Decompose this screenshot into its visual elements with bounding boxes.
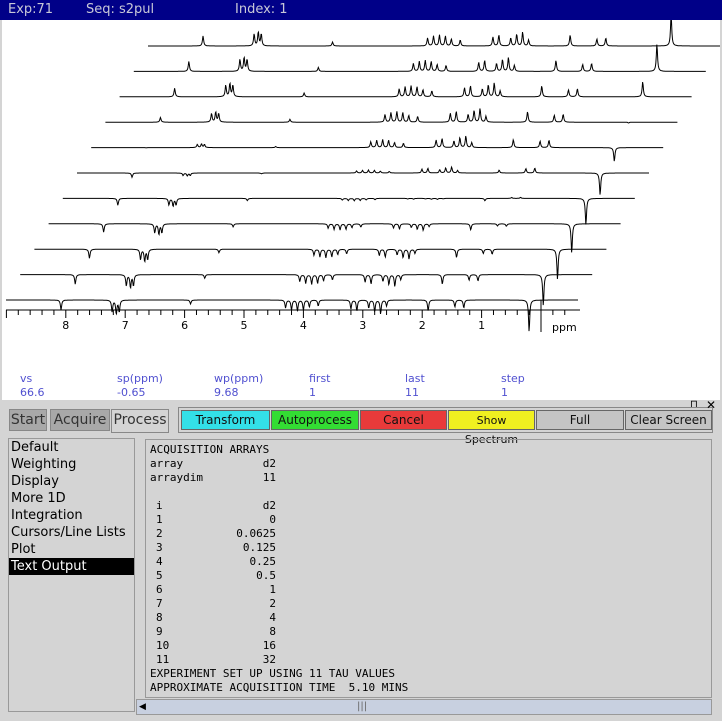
- text-line: 98: [150, 625, 707, 639]
- tab-start[interactable]: Start: [9, 409, 47, 431]
- menu-item-default[interactable]: Default: [9, 439, 134, 456]
- scroll-thumb-grip[interactable]: |||: [357, 701, 367, 712]
- menu-item-weighting[interactable]: Weighting: [9, 456, 134, 473]
- text-value: d2: [262, 457, 276, 470]
- menu-item-integration[interactable]: Integration: [9, 507, 134, 524]
- horizontal-scrollbar[interactable]: ◀ |||: [136, 699, 712, 715]
- spectrum-trace-11: [148, 20, 720, 47]
- text-line: 3 0.125: [150, 541, 707, 555]
- text-line: APPROXIMATE ACQUISITION TIME 5.10 MINS: [150, 681, 707, 695]
- text-line: 10 16: [150, 639, 707, 653]
- spectrum-trace-4: [48, 223, 621, 253]
- spectrum-trace-9: [119, 81, 692, 98]
- text-line: arraydim 11: [150, 471, 707, 485]
- param-label-1: sp(ppm): [117, 372, 163, 385]
- text-line: 10: [150, 513, 707, 527]
- spectrum-trace-5: [62, 196, 635, 225]
- axis-tick-label: 7: [122, 319, 129, 332]
- menu-item-more-1d[interactable]: More 1D: [9, 490, 134, 507]
- axis-tick-label: 1: [478, 319, 485, 332]
- text-line: 72: [150, 597, 707, 611]
- axis-tick-label: 2: [419, 319, 426, 332]
- pin-icon[interactable]: ⊓: [690, 399, 698, 410]
- param-value-2[interactable]: 9.68: [214, 386, 239, 399]
- transform-button[interactable]: Transform: [181, 410, 270, 430]
- text-value: 4: [269, 611, 276, 624]
- param-value-0[interactable]: 66.6: [20, 386, 45, 399]
- param-value-3[interactable]: 1: [309, 386, 316, 399]
- cancel-button[interactable]: Cancel: [360, 410, 447, 430]
- text-value: 11: [262, 471, 276, 484]
- text-line: array d2: [150, 457, 707, 471]
- axis-tick-label: 8: [62, 319, 69, 332]
- axis-tick-label: 5: [241, 319, 248, 332]
- tab-acquire[interactable]: Acquire: [50, 409, 110, 431]
- param-label-0: vs: [20, 372, 33, 385]
- param-value-1[interactable]: -0.65: [117, 386, 145, 399]
- param-value-4[interactable]: 11: [405, 386, 419, 399]
- text-line: 2 0.0625: [150, 527, 707, 541]
- axis-tick-label: 4: [300, 319, 307, 332]
- text-value: 0.25: [249, 555, 277, 568]
- spectrum-trace-1: [6, 299, 578, 332]
- text-value: 16: [262, 639, 276, 652]
- text-line: 61: [150, 583, 707, 597]
- text-value: 0.5: [256, 569, 276, 582]
- text-line: ACQUISITION ARRAYS: [150, 443, 707, 457]
- text-key: ACQUISITION ARRAYS: [150, 443, 270, 456]
- text-line: 5 0.5: [150, 569, 707, 583]
- spectrum-trace-8: [105, 108, 678, 124]
- text-value: 8: [269, 625, 276, 638]
- menu-item-plot[interactable]: Plot: [9, 541, 134, 558]
- text-key: EXPERIMENT SET UP USING 11 TAU VALUES: [150, 667, 396, 680]
- text-value: 1: [269, 583, 276, 596]
- axis-tick-label: 3: [359, 319, 366, 332]
- text-line: i d2: [150, 499, 707, 513]
- text-line: [150, 485, 707, 499]
- exp-label: Exp:71: [8, 2, 54, 17]
- text-value: 0.125: [242, 541, 276, 554]
- param-label-3: first: [309, 372, 331, 385]
- text-value: 32: [262, 653, 276, 666]
- autoprocess-button[interactable]: Autoprocess: [271, 410, 359, 430]
- axis-tick-label: 6: [181, 319, 188, 332]
- full-button[interactable]: Full: [536, 410, 624, 430]
- param-label-5: step: [501, 372, 525, 385]
- text-line: EXPERIMENT SET UP USING 11 TAU VALUES: [150, 667, 707, 681]
- text-line: 84: [150, 611, 707, 625]
- text-value: 0.0625: [236, 527, 276, 540]
- param-value-5[interactable]: 1: [501, 386, 508, 399]
- clear-screen-button[interactable]: Clear Screen: [625, 410, 712, 430]
- process-menu: Default Weighting Display More 1D Integratio…: [8, 438, 135, 712]
- menu-item-display[interactable]: Display: [9, 473, 134, 490]
- scroll-left-icon[interactable]: ◀: [139, 702, 146, 712]
- text-key: APPROXIMATE ACQUISITION TIME 5.10 MINS: [150, 681, 409, 694]
- text-line: 4 0.25: [150, 555, 707, 569]
- spectrum-trace-10: [133, 44, 706, 72]
- text-value: 0: [269, 513, 276, 526]
- stacked-spectra: 8 7 6 5 4 3 2 1 ppm: [5, 20, 720, 334]
- tab-process[interactable]: Process: [111, 409, 169, 433]
- text-value: d2: [262, 499, 276, 512]
- close-icon[interactable]: ✕: [706, 398, 716, 412]
- text-line: 11 32: [150, 653, 707, 667]
- show-spectrum-button[interactable]: Show Spectrum: [448, 410, 535, 446]
- menu-item-text-output[interactable]: Text Output: [9, 558, 134, 575]
- spectrum-trace-6: [77, 165, 649, 195]
- title-bar: Exp:71 Seq: s2pul Index: 1: [0, 0, 722, 20]
- param-label-2: wp(ppm): [214, 372, 264, 385]
- text-value: 2: [269, 597, 276, 610]
- text-output-panel: ACQUISITION ARRAYS array d2 arraydim 11 i d2 1 0…: [145, 439, 712, 698]
- param-label-4: last: [405, 372, 425, 385]
- spectrum-trace-7: [91, 135, 664, 162]
- spectrum-canvas[interactable]: 8 7 6 5 4 3 2 1 ppm vs 66.6 sp(ppm) -0.65 wp(ppm) 9.6…: [2, 20, 720, 400]
- axis-unit-label: ppm: [552, 321, 577, 334]
- index-label: Index: 1: [235, 2, 288, 17]
- seq-label: Seq: s2pul: [86, 2, 155, 17]
- menu-item-cursors-line-lists[interactable]: Cursors/Line Lists: [9, 524, 134, 541]
